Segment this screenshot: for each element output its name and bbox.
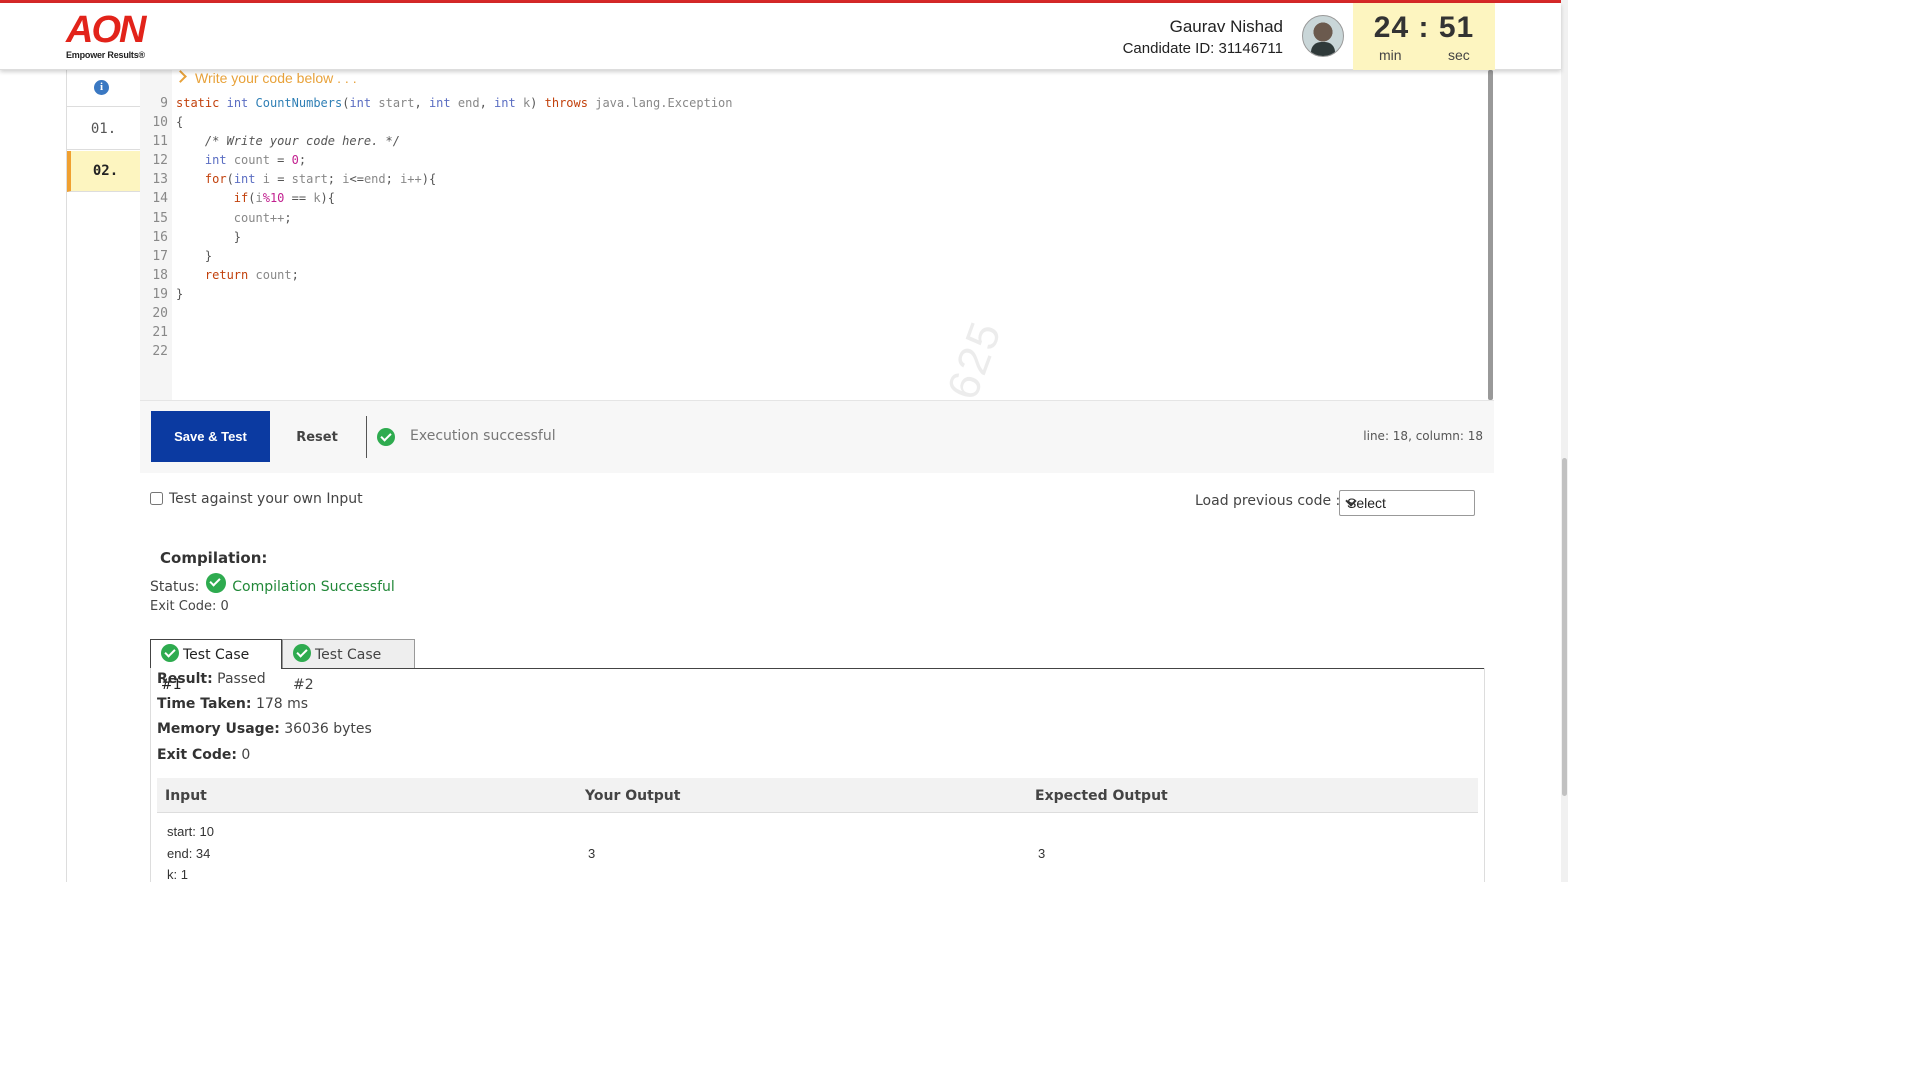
avatar [1302,15,1344,57]
code-line: } [176,287,184,301]
user-info: Gaurav Nishad Candidate ID: 31146711 [1123,17,1283,57]
line-number: 16 [152,230,168,245]
compilation-exit-code: Exit Code: 0 [150,599,229,614]
line-number: 11 [152,134,168,149]
line-number: 19 [152,287,168,302]
check-circle-icon [377,428,395,446]
own-input-option[interactable]: Test against your own Input [150,491,363,507]
code-line: int count = 0; [204,153,307,167]
reset-button[interactable]: Reset [282,423,352,451]
nav-info-item[interactable]: i [67,70,140,107]
code-line: static int CountNumbers(int start, int e… [176,96,733,110]
input-end: end: 34 [167,846,211,861]
editor-scrollbar[interactable] [1488,70,1493,400]
scrollbar-thumb[interactable] [1562,458,1567,796]
load-previous-select[interactable]: Select [1339,490,1475,516]
candidate-id: Candidate ID: 31146711 [1122,40,1283,57]
table-header: Input Your Output Expected Output [157,778,1478,813]
divider [366,416,367,458]
compilation-status: Status: Compilation Successful [150,573,395,595]
line-number: 17 [152,249,168,264]
input-start: start: 10 [167,824,214,839]
line-number: 21 [152,325,168,340]
check-circle-icon [205,573,226,593]
load-previous-label: Load previous code : [1195,493,1341,509]
line-number: 13 [152,172,168,187]
timer-min-label: min [1379,47,1402,63]
code-line: if(i%10 == k){ [233,191,335,205]
own-input-label: Test against your own Input [169,491,363,507]
timer-digits: 24 : 51 [1373,11,1475,44]
memory-value: 36036 bytes [284,721,372,737]
line-number: 18 [152,268,168,283]
code-line: } [176,249,213,263]
line-number: 9 [160,96,168,111]
logo-tagline: Empower Results® [66,50,145,60]
status-label: Status: [150,579,200,595]
code-line: /* Write your code here. */ [204,134,400,148]
your-output: 3 [588,846,596,861]
code-line: count++; [233,211,292,225]
tab-test-case-2[interactable]: Test Case #2 [282,639,415,693]
result-value: Passed [217,671,266,687]
io-table: Input Your Output Expected Output start:… [157,778,1478,888]
question-nav: i 01. 02. [66,70,141,882]
own-input-checkbox[interactable] [150,492,163,505]
memory-row: Memory Usage: 36036 bytes [157,721,372,737]
editor-prompt-text: Write your code below . . . [195,70,357,86]
cursor-position: line: 18, column: 18 [1363,429,1483,443]
info-icon[interactable]: i [94,80,109,95]
line-number: 12 [152,153,168,168]
testcase-tabs: Test Case #1 Test Case #2 [150,639,1484,693]
page-scrollbar[interactable] [1561,0,1568,882]
header: AON Empower Results® Gaurav Nishad Candi… [0,3,1561,70]
timer-sec-label: sec [1448,47,1470,63]
code-line: { [176,115,184,129]
time-value: 178 ms [255,696,309,712]
logo-text: AON [66,9,146,51]
column-header: Expected Output [1035,788,1168,804]
save-test-button[interactable]: Save & Test [151,411,270,462]
testcase-panel: Result: Passed Time Taken: 178 ms Memory… [150,668,1485,888]
code-line: return count; [204,268,299,282]
countdown-timer: 24 : 51 min sec [1353,3,1495,70]
result-row: Result: Passed [157,671,266,687]
expected-output: 3 [1038,846,1046,861]
code-line: } [176,230,242,244]
user-name: Gaurav Nishad [1169,17,1283,36]
nav-question-02[interactable]: 02. [67,151,140,192]
code-line: for(int i = start; i<=end; i++){ [204,172,437,186]
line-number: 15 [152,211,168,226]
column-header: Your Output [585,788,681,804]
status-value: Compilation Successful [232,579,395,595]
compilation-title: Compilation: [160,549,268,567]
chevron-right-icon [174,70,187,83]
editor-prompt: Write your code below . . . [174,70,357,86]
results-panel: Test against your own Input Load previou… [140,473,1494,888]
line-number: 10 [152,115,168,130]
line-number: 20 [152,306,168,321]
aon-logo: AON Empower Results® [66,11,146,61]
check-circle-icon [161,644,179,662]
line-number: 22 [152,344,168,359]
time-row: Time Taken: 178 ms [157,696,309,712]
check-circle-icon [293,644,311,662]
exit-value: 0 [241,747,251,763]
input-k: k: 1 [167,867,188,882]
tab-test-case-1[interactable]: Test Case #1 [150,639,282,693]
column-header: Input [165,788,207,804]
line-number: 14 [152,191,168,206]
code-editor[interactable]: Write your code below . . . 9 10 11 12 1… [140,70,1494,400]
action-bar: Save & Test Reset Execution successful l… [140,400,1494,474]
exit-row: Exit Code: 0 [157,747,251,763]
execution-status: Execution successful [410,428,556,444]
nav-question-01[interactable]: 01. [67,109,140,150]
